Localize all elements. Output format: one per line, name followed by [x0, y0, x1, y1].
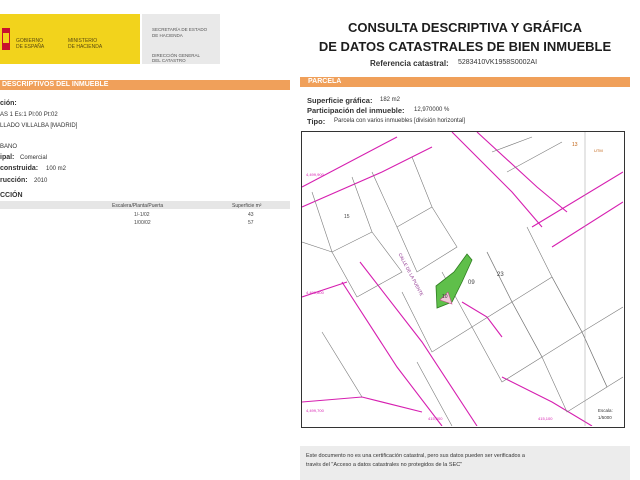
disclaimer-line2: través del "Acceso a datos catastrales n…	[306, 462, 463, 468]
cadastral-map-drawing	[302, 132, 624, 427]
built-surface-label: construida:	[0, 165, 39, 172]
parcel-number-15: 15	[344, 214, 350, 220]
parcel-section-bar: PARCELA	[300, 77, 630, 87]
use-label: ipal:	[0, 154, 15, 161]
page-title-line2: DE DATOS CATASTRALES DE BIEN INMUEBLE	[318, 39, 612, 54]
disclaimer-line1: Este documento no es una certificación c…	[306, 453, 525, 459]
table-row-1-floor: 1/-1/02	[134, 212, 150, 218]
gov-name-line2: DE ESPAÑA	[16, 44, 45, 50]
type-label: Tipo:	[307, 117, 326, 126]
participation-label: Participación del inmueble:	[307, 106, 405, 115]
year-value: 2010	[34, 178, 48, 184]
secretaria-line1: SECRETARÍA DE ESTADO	[152, 27, 208, 32]
coat-of-arms-icon	[3, 33, 9, 43]
utm-label: UTM	[594, 148, 603, 153]
page-title-line1: CONSULTA DESCRIPTIVA Y GRÁFICA	[347, 20, 582, 35]
direccion-line2: DEL CATASTRO	[152, 58, 186, 63]
coord-left-1: 4,499,900	[306, 172, 324, 177]
participation-value: 12,970000 %	[414, 107, 450, 113]
table-header-floor: Escalera/Planta/Puerta	[112, 203, 164, 209]
scale-label: Escala:	[598, 408, 613, 413]
coord-left-3: 4,499,700	[306, 408, 324, 413]
parcel-number-09: 09	[468, 280, 475, 286]
construction-title: CCIÓN	[0, 192, 23, 199]
table-row-2-surface: 57	[248, 220, 254, 226]
built-surface-value: 100 m2	[46, 166, 67, 172]
coord-left-2: 4,499,800	[306, 290, 324, 295]
ref-value: 5283410VK1958S0002AI	[458, 59, 538, 66]
graphic-surface-label: Superficie gráfica:	[307, 96, 373, 105]
table-row-2-floor: 1/00/02	[134, 220, 151, 226]
parcel-number-10: 10	[442, 294, 448, 300]
class-value: BANO	[0, 144, 18, 150]
table-row-1-surface: 43	[248, 212, 254, 218]
location-label: ción:	[0, 100, 17, 107]
secretaria-line2: DE HACIENDA	[152, 33, 183, 38]
parcel-number-13: 13	[572, 142, 578, 148]
descriptive-section-bar: DESCRIPTIVOS DEL INMUEBLE	[0, 80, 290, 90]
year-label: rucción:	[0, 177, 28, 184]
location-line2: LLADO VILLALBA [MADRID]	[0, 123, 78, 129]
table-header-surface: Superficie m²	[232, 203, 262, 209]
use-value: Comercial	[20, 155, 48, 161]
coord-bottom-1: 415,000	[428, 416, 443, 421]
location-line1: AS 1 Es:1 Pl:00 Pt:02	[0, 112, 58, 118]
ministry-line2: DE HACIENDA	[68, 44, 103, 50]
coord-bottom-2: 415,100	[538, 416, 553, 421]
graphic-surface-value: 182 m2	[380, 97, 401, 103]
scale-value: 1/5000	[598, 415, 612, 420]
ref-label: Referencia catastral:	[370, 59, 449, 68]
cadastral-map: CALLE DE LA PUENTE 23 09 10 15 13 UTM 41…	[301, 131, 625, 428]
type-value: Parcela con varios inmuebles [división h…	[334, 118, 466, 124]
parcel-number-23: 23	[497, 272, 504, 278]
